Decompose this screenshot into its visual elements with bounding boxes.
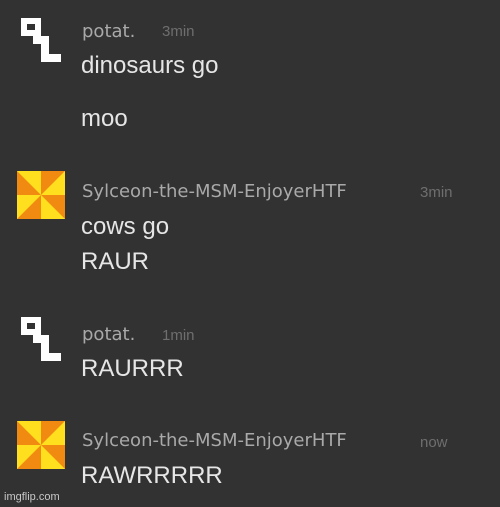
orange-pinwheel-icon[interactable]: [17, 421, 65, 469]
timestamp: 3min: [420, 184, 453, 201]
timestamp: 1min: [162, 327, 195, 344]
message-text: dinosaurs go: [81, 52, 219, 79]
author-name[interactable]: potat.: [82, 21, 135, 43]
orange-pinwheel-icon[interactable]: [17, 171, 65, 219]
timestamp: now: [420, 434, 448, 451]
author-name[interactable]: potat.: [82, 324, 135, 346]
author-name[interactable]: Sylceon-the-MSM-EnjoyerHTF: [82, 430, 347, 452]
potat-pixel-icon[interactable]: [17, 313, 65, 361]
message-text: RAURRR: [81, 355, 184, 382]
author-name[interactable]: Sylceon-the-MSM-EnjoyerHTF: [82, 181, 347, 203]
message-text: moo: [81, 105, 128, 132]
potat-pixel-icon[interactable]: [17, 14, 65, 62]
message-text: cows go: [81, 213, 170, 240]
message-text: RAUR: [81, 248, 150, 275]
message-text: RAWRRRRR: [81, 462, 223, 489]
imgflip-watermark: imgflip.com: [4, 491, 60, 503]
timestamp: 3min: [162, 23, 195, 40]
